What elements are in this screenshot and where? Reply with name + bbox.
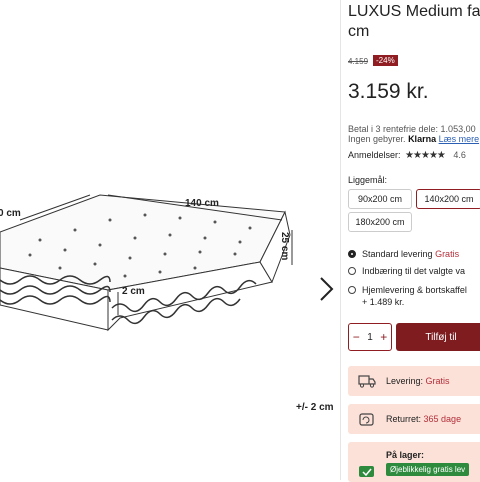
- fees-line: Ingen gebyrer. Klarna Læs mere: [348, 134, 479, 144]
- dimension-topper: 2 cm: [122, 286, 145, 297]
- size-option-180x200[interactable]: 180x200 cm: [348, 212, 412, 232]
- delivery-option-label: Standard levering: [362, 249, 433, 259]
- star-rating-icon: ★★★★★: [405, 150, 446, 161]
- divider: [340, 0, 341, 480]
- klarna-logo: Klarna: [408, 134, 437, 144]
- rating-value: 4.6: [453, 150, 466, 160]
- discount-badge: -24%: [373, 55, 398, 66]
- shipping-value: Gratis: [425, 376, 450, 386]
- increase-button[interactable]: +: [380, 330, 387, 344]
- reviews-row[interactable]: Anmeldelser: ★★★★★ 4.6: [348, 150, 466, 161]
- reviews-label: Anmeldelser:: [348, 150, 401, 160]
- quantity-stepper[interactable]: − 1 +: [348, 323, 392, 351]
- chevron-right-icon[interactable]: [316, 276, 336, 302]
- radio-icon[interactable]: [348, 267, 356, 275]
- product-panel: LUXUS Medium fas cm 4.159 -24% 3.159 kr.…: [348, 0, 480, 482]
- add-to-cart-button[interactable]: Tilføj til: [396, 323, 480, 351]
- delivery-option-label: Hjemlevering & bortskaffel: [362, 285, 467, 295]
- returns-label: Returret:: [386, 414, 422, 424]
- delivery-option-price: + 1.489 kr.: [362, 297, 405, 307]
- stock-info: På lager: Øjeblikkelig gratis lev: [348, 442, 480, 482]
- delivery-option-label: Indbæring til det valgte va: [362, 266, 466, 276]
- delivery-option-price: Gratis: [435, 249, 460, 259]
- shipping-label: Levering:: [386, 376, 424, 386]
- read-more-link[interactable]: Læs mere: [439, 134, 480, 144]
- returns-info: Returret: 365 dage: [348, 404, 480, 434]
- size-label: Liggemål:: [348, 175, 388, 185]
- price: 3.159 kr.: [348, 80, 429, 103]
- delivery-option-carry-in[interactable]: Indbæring til det valgte va: [348, 266, 465, 276]
- delivery-option-home-disposal[interactable]: Hjemlevering & bortskaffel + 1.489 kr.: [348, 285, 467, 307]
- delivery-option-standard[interactable]: Standard levering Gratis: [348, 249, 459, 259]
- size-option-90x200[interactable]: 90x200 cm: [348, 189, 412, 209]
- dimension-height: 25 cm: [279, 232, 290, 261]
- decrease-button[interactable]: −: [353, 330, 360, 344]
- return-calendar-icon: [359, 413, 374, 426]
- product-title: LUXUS Medium fas: [348, 3, 480, 20]
- dimension-length: 0 cm: [0, 208, 21, 219]
- size-option-140x200[interactable]: 140x200 cm: [416, 189, 480, 209]
- installment-text: Betal i 3 rentefrie dele: 1.053,00: [348, 124, 476, 134]
- quantity-value[interactable]: 1: [367, 332, 373, 343]
- product-gallery: 140 cm 0 cm 25 cm 2 cm +/- 2 cm: [0, 0, 340, 480]
- stock-check-icon: [359, 466, 374, 477]
- radio-icon[interactable]: [348, 286, 356, 294]
- tolerance-note: +/- 2 cm: [296, 402, 334, 413]
- radio-selected-icon[interactable]: [348, 250, 356, 258]
- truck-icon: [358, 375, 376, 388]
- old-price: 4.159: [348, 57, 369, 66]
- dimension-width: 140 cm: [185, 198, 219, 209]
- stock-label: På lager:: [386, 450, 425, 460]
- mattress-image: [0, 194, 293, 332]
- fees-text: Ingen gebyrer.: [348, 134, 406, 144]
- product-title-line2: cm: [348, 23, 370, 40]
- stock-delivery-button[interactable]: Øjeblikkelig gratis lev: [386, 463, 470, 476]
- shipping-info: Levering: Gratis: [348, 366, 480, 396]
- returns-value: 365 dage: [423, 414, 462, 424]
